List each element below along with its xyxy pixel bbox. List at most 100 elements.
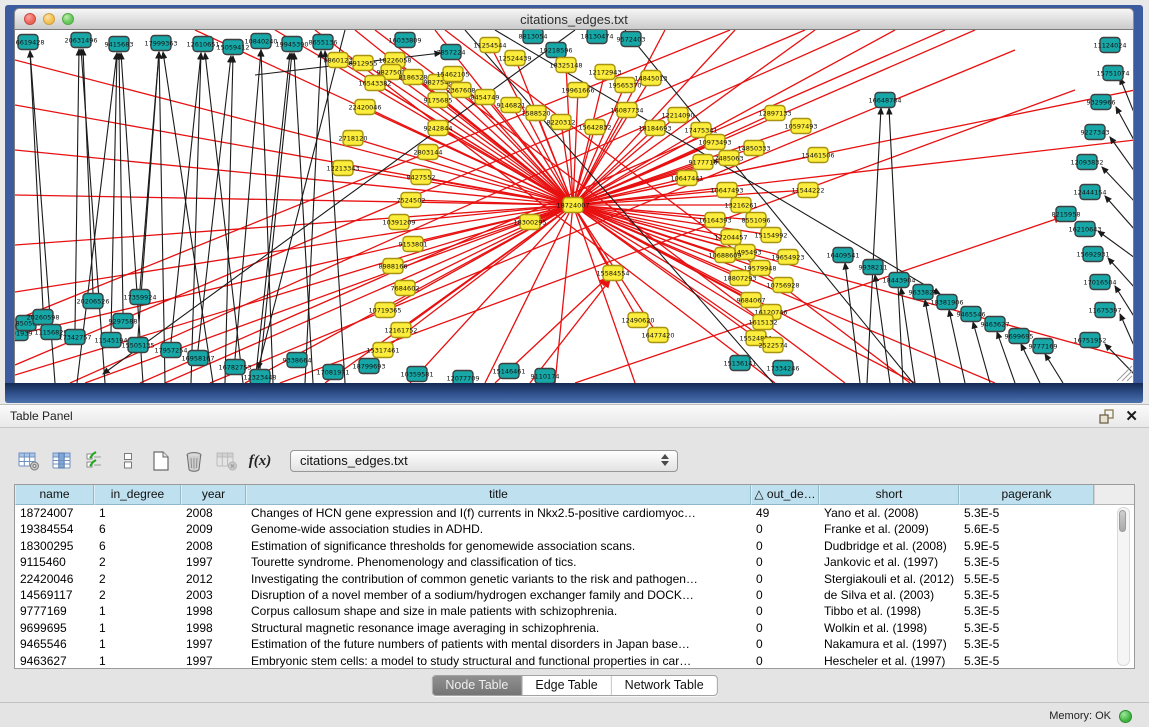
column-header-title[interactable]: title [246,485,751,505]
network-node[interactable]: 12490620 [621,313,654,328]
table-cell[interactable]: 6 [94,521,181,537]
table-cell[interactable]: Wolkin et al. (1998) [819,620,959,636]
network-node[interactable]: 8551096 [742,213,771,228]
table-cell[interactable]: Changes of HCN gene expression and I(f) … [246,505,751,521]
network-node[interactable]: 9338664 [283,353,312,368]
network-node[interactable]: 17999363 [144,36,177,51]
network-node[interactable]: 10647493 [710,183,743,198]
network-node[interactable]: 9684067 [737,293,766,308]
network-node[interactable]: 12323448 [243,370,276,384]
network-node[interactable]: 2803144 [414,145,443,160]
table-cell[interactable]: 1998 [181,603,246,619]
network-node[interactable]: 8988166 [379,259,408,274]
table-cell[interactable]: Dudbridge et al. (2008) [819,538,959,554]
vertical-scrollbar[interactable] [1117,507,1130,666]
network-node[interactable]: 19218596 [539,43,572,58]
network-node[interactable]: 9938211 [859,260,888,275]
network-node[interactable]: 12093832 [1070,155,1103,170]
table-cell[interactable]: 5.3E-5 [959,603,1094,619]
table-cell[interactable]: 9699695 [15,620,94,636]
table-row[interactable]: 1872400712008Changes of HCN gene express… [15,505,1134,521]
table-row[interactable]: 1830029562008Estimation of significance … [15,538,1134,554]
network-node[interactable]: 9329966 [1087,95,1116,110]
network-node[interactable]: 8220312 [547,115,576,130]
node-table[interactable]: namein_degreeyeartitle△ out_de…shortpage… [14,484,1135,669]
table-cell[interactable]: 22420046 [15,571,94,587]
table-columns-icon[interactable] [49,449,75,473]
table-cell[interactable]: Genome-wide association studies in ADHD. [246,521,751,537]
table-cell[interactable]: Stergiakouli et al. (2012) [819,571,959,587]
table-cell[interactable]: de Silva et al. (2003) [819,587,959,603]
table-cell[interactable]: 0 [751,538,819,554]
network-node[interactable]: 18325148 [549,58,582,73]
network-node[interactable]: 9175685 [424,93,453,108]
network-node[interactable]: 16210643 [1068,222,1101,237]
table-row[interactable]: 911546021997Tourette syndrome. Phenomeno… [15,554,1134,570]
table-gear-icon[interactable] [16,449,42,473]
table-cell[interactable]: 0 [751,571,819,587]
column-header-year[interactable]: year [181,485,246,505]
table-cell[interactable]: 0 [751,653,819,669]
network-node[interactable]: 16648784 [868,93,901,108]
table-cell[interactable]: Yano et al. (2008) [819,505,959,521]
table-cell[interactable]: 19384554 [15,521,94,537]
network-node[interactable]: 10597493 [784,119,817,134]
network-node[interactable]: 17016504 [1083,275,1116,290]
table-selector-dropdown[interactable]: citations_edges.txt [290,450,678,472]
table-cell[interactable]: 9465546 [15,636,94,652]
table-row[interactable]: 1938455462009Genome-wide association stu… [15,521,1134,537]
new-document-icon[interactable] [148,449,174,473]
network-node[interactable]: 7485063 [715,151,744,166]
network-node[interactable]: 9415683 [105,37,134,52]
table-cell[interactable]: 2 [94,587,181,603]
network-window-titlebar[interactable]: citations_edges.txt [14,8,1134,30]
table-cell[interactable]: 49 [751,505,819,521]
network-node[interactable]: 12161752 [384,323,417,338]
network-node[interactable]: 12077709 [446,371,479,384]
table-cell[interactable]: Investigating the contribution of common… [246,571,751,587]
network-node[interactable]: 19945390 [275,37,308,52]
memory-ok-indicator-icon[interactable] [1119,710,1132,723]
network-node[interactable]: 15692931 [1076,247,1109,262]
table-cell[interactable]: 5.3E-5 [959,620,1094,636]
column-header-pagerank[interactable]: pagerank [959,485,1094,505]
network-node[interactable]: 15751074 [1096,66,1129,81]
table-cell[interactable]: Corpus callosum shape and size in male p… [246,603,751,619]
table-cell[interactable]: Nakamura et al. (1997) [819,636,959,652]
table-cell[interactable]: 9777169 [15,603,94,619]
network-node[interactable]: 9633821 [909,285,938,300]
table-cell[interactable]: 2 [94,554,181,570]
network-node[interactable]: 15154992 [754,228,787,243]
network-node[interactable]: 9110174 [531,369,560,384]
network-node[interactable]: 11124024 [1093,38,1126,53]
table-cell[interactable]: 2008 [181,538,246,554]
network-node[interactable]: 7524502 [397,193,426,208]
network-node[interactable]: 15317461 [366,343,399,358]
network-node[interactable]: 8813054 [519,30,548,44]
network-node[interactable]: 16033809 [388,33,421,48]
table-cell[interactable]: 1997 [181,554,246,570]
network-node[interactable]: 16477420 [641,328,674,343]
network-node[interactable]: 9465546 [957,307,986,322]
network-node[interactable]: 16619428 [15,35,45,50]
table-cell[interactable]: 5.9E-5 [959,538,1094,554]
table-cell[interactable]: 18300295 [15,538,94,554]
table-cell[interactable]: 5.3E-5 [959,587,1094,603]
table-cell[interactable]: 1997 [181,653,246,669]
table-row[interactable]: 946554611997Estimation of the future num… [15,636,1134,652]
column-header-name[interactable]: name [15,485,94,505]
table-cell[interactable]: 0 [751,603,819,619]
checklist-icon[interactable] [82,449,108,473]
network-node[interactable]: 18443904 [882,273,915,288]
table-cell[interactable]: Structural magnetic resonance image aver… [246,620,751,636]
table-cell[interactable]: 2 [94,571,181,587]
table-cell[interactable]: 14569117 [15,587,94,603]
network-view-window[interactable]: citations_edges.txt 16619428206314969415… [5,5,1143,403]
table-cell[interactable]: 2012 [181,571,246,587]
table-cell[interactable]: Estimation of significance thresholds fo… [246,538,751,554]
table-row[interactable]: 977716911998Corpus callosum shape and si… [15,603,1134,619]
table-row[interactable]: 1456911722003Disruption of a novel membe… [15,587,1134,603]
table-cell[interactable]: 5.3E-5 [959,636,1094,652]
network-node[interactable]: 9463627 [981,317,1010,332]
network-node[interactable]: 12444154 [1073,185,1106,200]
